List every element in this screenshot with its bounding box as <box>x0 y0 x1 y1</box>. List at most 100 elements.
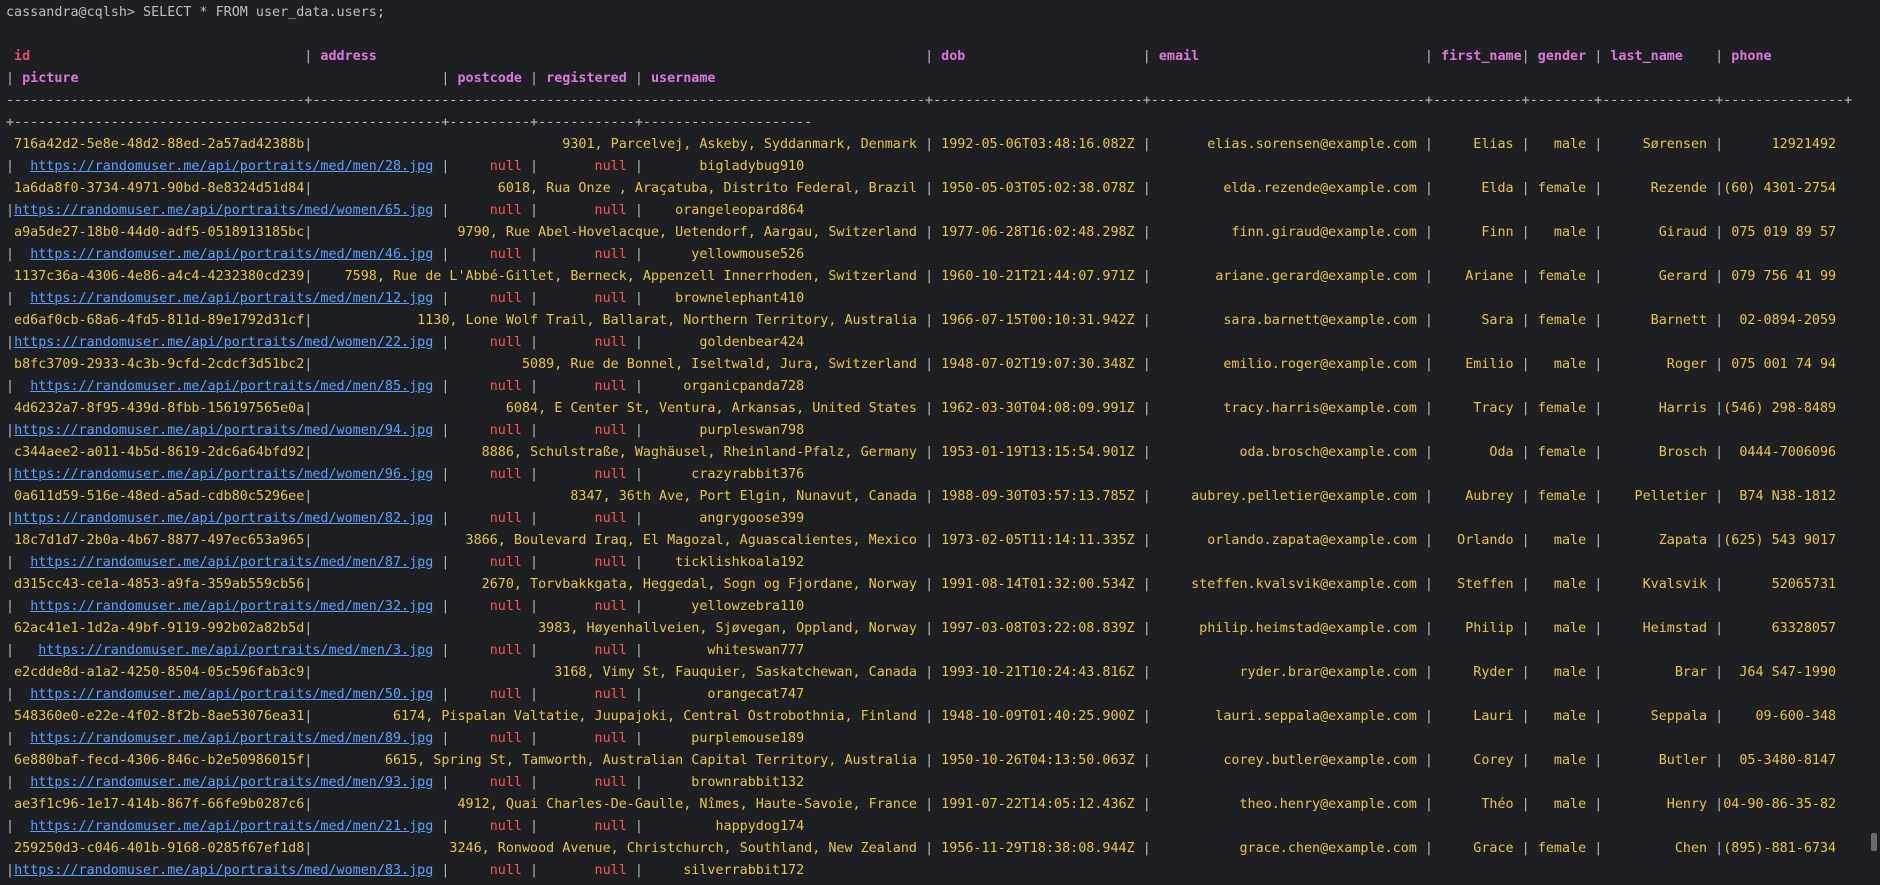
column-separator: | <box>925 313 934 328</box>
cell-last-name: Seppala <box>1602 709 1716 724</box>
cell-email: theo.henry@example.com <box>1150 797 1425 812</box>
column-separator: | <box>634 467 643 482</box>
cell-registered: null <box>538 379 635 394</box>
picture-link[interactable]: https://randomuser.me/api/portraits/med/… <box>30 555 433 570</box>
cell-postcode: null <box>449 863 531 878</box>
cell-id: ed6af0cb-68a6-4fd5-811d-89e1792d31cf <box>6 313 305 328</box>
table-row: 1137c36a-4306-4e86-a4c4-4232380cd239 | 75… <box>6 266 1866 288</box>
column-separator: | <box>1142 753 1151 768</box>
vertical-scrollbar[interactable] <box>1868 0 1880 885</box>
scrollbar-thumb[interactable] <box>1871 833 1877 851</box>
cell-address: 3983, Høyenhallveien, Sjøvegan, Oppland,… <box>312 621 926 636</box>
terminal-output[interactable]: cassandra@cqlsh> SELECT * FROM user_data… <box>6 2 1866 885</box>
cell-first-name: Ariane <box>1432 269 1522 284</box>
column-separator: | <box>1521 357 1530 372</box>
cell-username: goldenbear424 <box>642 335 813 350</box>
cell-username: orangeleopard864 <box>642 203 813 218</box>
cell-id: ae3f1c96-1e17-414b-867f-66fe9b0287c6 <box>6 797 305 812</box>
column-separator: | <box>1424 445 1433 460</box>
picture-link[interactable]: https://randomuser.me/api/portraits/med/… <box>30 687 433 702</box>
cell-dob: 1962-03-30T04:08:09.991Z <box>933 401 1143 416</box>
cell-first-name: Corey <box>1432 753 1522 768</box>
cell-address: 9790, Rue Abel-Hovelacque, Uetendorf, Aa… <box>312 225 926 240</box>
table-divider-1: -------------------------------------+--… <box>6 93 1853 108</box>
column-separator: | <box>1424 225 1433 240</box>
picture-link[interactable]: https://randomuser.me/api/portraits/med/… <box>30 731 433 746</box>
column-separator: | <box>1715 841 1724 856</box>
cell-registered: null <box>538 335 635 350</box>
column-header-address: address <box>312 49 926 64</box>
column-separator: | <box>1521 225 1530 240</box>
column-separator: | <box>1715 49 1724 64</box>
column-separator: | <box>530 599 539 614</box>
cell-first-name: Lauri <box>1432 709 1522 724</box>
column-separator: | <box>1142 269 1151 284</box>
cell-phone: (625) 543 9017 <box>1723 533 1845 548</box>
cell-dob: 1948-07-02T19:07:30.348Z <box>933 357 1143 372</box>
cell-phone: (60) 4301-2754 <box>1723 181 1845 196</box>
picture-link[interactable]: https://randomuser.me/api/portraits/med/… <box>30 599 433 614</box>
column-separator: | <box>634 599 643 614</box>
column-separator: | <box>1424 577 1433 592</box>
picture-link[interactable]: https://randomuser.me/api/portraits/med/… <box>30 775 433 790</box>
table-header-row-1: id | address | dob | email | first_name|… <box>6 46 1866 68</box>
cell-gender: female <box>1529 841 1595 856</box>
cell-postcode: null <box>449 203 531 218</box>
picture-link[interactable]: https://randomuser.me/api/portraits/med/… <box>30 247 433 262</box>
picture-link[interactable]: https://randomuser.me/api/portraits/med/… <box>14 467 433 482</box>
cell-registered: null <box>538 203 635 218</box>
cell-gender: male <box>1529 797 1595 812</box>
cell-address: 6084, E Center St, Ventura, Arkansas, Un… <box>312 401 926 416</box>
picture-link[interactable]: https://randomuser.me/api/portraits/med/… <box>30 291 433 306</box>
column-separator: | <box>1142 445 1151 460</box>
cell-postcode: null <box>449 599 531 614</box>
cell-id: 4d6232a7-8f95-439d-8fbb-156197565e0a <box>6 401 305 416</box>
cell-dob: 1991-08-14T01:32:00.534Z <box>933 577 1143 592</box>
picture-link[interactable]: https://randomuser.me/api/portraits/med/… <box>30 159 433 174</box>
table-row-continuation: |https://randomuser.me/api/portraits/med… <box>6 508 1866 530</box>
cell-postcode: null <box>449 159 531 174</box>
cell-first-name: Emilio <box>1432 357 1522 372</box>
cell-last-name: Henry <box>1602 797 1716 812</box>
column-header-first-name: first_name <box>1432 49 1522 64</box>
column-separator: | <box>1424 841 1433 856</box>
cell-first-name: Sara <box>1432 313 1522 328</box>
column-separator: | <box>530 159 539 174</box>
cell-postcode: null <box>449 687 531 702</box>
column-separator: | <box>1521 313 1530 328</box>
picture-link[interactable]: https://randomuser.me/api/portraits/med/… <box>30 379 433 394</box>
column-separator: | <box>634 247 643 262</box>
table-row-continuation: |https://randomuser.me/api/portraits/med… <box>6 860 1866 882</box>
cell-username: purplemouse189 <box>642 731 813 746</box>
column-separator: | <box>1521 709 1530 724</box>
cell-postcode: null <box>449 335 531 350</box>
column-separator: | <box>1715 445 1724 460</box>
cell-registered: null <box>538 247 635 262</box>
column-separator: | <box>1521 621 1530 636</box>
column-separator: | <box>634 775 643 790</box>
picture-link[interactable]: https://randomuser.me/api/portraits/med/… <box>14 335 433 350</box>
picture-link[interactable]: https://randomuser.me/api/portraits/med/… <box>14 423 433 438</box>
picture-link[interactable]: https://randomuser.me/api/portraits/med/… <box>38 643 433 658</box>
cell-email: corey.butler@example.com <box>1150 753 1425 768</box>
cell-last-name: Sørensen <box>1602 137 1716 152</box>
cell-gender: male <box>1529 225 1595 240</box>
column-separator: | <box>1142 357 1151 372</box>
column-header-username: username <box>642 71 813 86</box>
cell-id: b8fc3709-2933-4c3b-9cfd-2cdcf3d51bc2 <box>6 357 305 372</box>
column-separator: | <box>1715 577 1724 592</box>
column-separator: | <box>634 423 643 438</box>
column-header-last-name: last_name <box>1602 49 1716 64</box>
column-separator: | <box>1715 753 1724 768</box>
cell-gender: female <box>1529 269 1595 284</box>
picture-link[interactable]: https://randomuser.me/api/portraits/med/… <box>30 819 433 834</box>
picture-link[interactable]: https://randomuser.me/api/portraits/med/… <box>14 203 433 218</box>
cell-dob: 1966-07-15T00:10:31.942Z <box>933 313 1143 328</box>
picture-link[interactable]: https://randomuser.me/api/portraits/med/… <box>14 511 433 526</box>
table-row-continuation: |https://randomuser.me/api/portraits/med… <box>6 332 1866 354</box>
cell-email: elias.sorensen@example.com <box>1150 137 1425 152</box>
cell-dob: 1948-10-09T01:40:25.900Z <box>933 709 1143 724</box>
column-separator: | <box>1715 269 1724 284</box>
picture-link[interactable]: https://randomuser.me/api/portraits/med/… <box>14 863 433 878</box>
